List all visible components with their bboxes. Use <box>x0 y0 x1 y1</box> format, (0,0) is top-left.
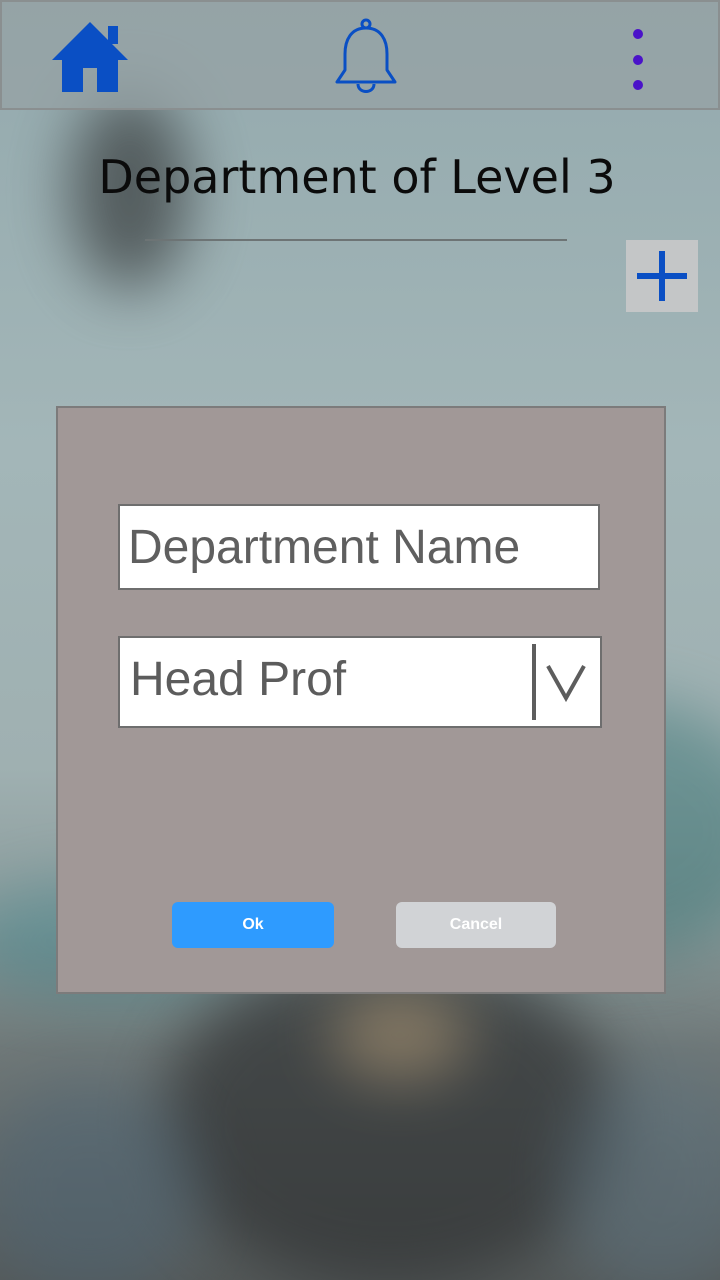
chevron-down-icon <box>546 665 586 703</box>
background-blur <box>330 990 470 1080</box>
head-prof-select-value: Head Prof <box>130 653 347 706</box>
add-department-button[interactable] <box>626 240 698 312</box>
page-title: Department of Level 3 <box>98 150 616 204</box>
department-name-input[interactable] <box>120 506 598 588</box>
home-button[interactable] <box>50 16 130 96</box>
screen: Department of Level 3 Head Prof Ok Cance… <box>0 0 720 1280</box>
more-options-button[interactable] <box>622 22 654 94</box>
title-divider <box>145 239 567 241</box>
select-divider <box>532 644 536 720</box>
cancel-button[interactable]: Cancel <box>396 902 556 948</box>
add-department-dialog: Head Prof Ok Cancel <box>56 406 666 994</box>
department-name-field[interactable] <box>118 504 600 590</box>
plus-icon <box>637 251 687 301</box>
bell-icon <box>335 18 397 93</box>
home-icon <box>52 22 128 92</box>
top-app-bar <box>0 0 720 110</box>
more-vertical-icon <box>633 29 643 90</box>
head-prof-select[interactable]: Head Prof <box>118 636 602 728</box>
notifications-button[interactable] <box>330 16 402 100</box>
ok-button[interactable]: Ok <box>172 902 334 948</box>
